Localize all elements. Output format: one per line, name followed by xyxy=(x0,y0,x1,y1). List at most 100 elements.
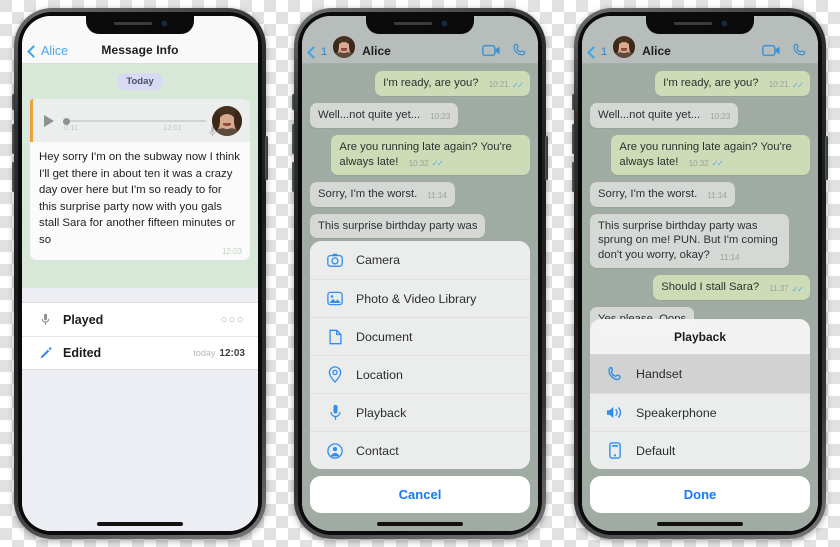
phone-playback-sheet: 1 Alice I'm ready, are you? 10:21 ✓✓ Wel… xyxy=(572,8,828,539)
info-row-edited[interactable]: Edited today 12:03 xyxy=(22,336,258,369)
sheet-item-label: Speakerphone xyxy=(636,405,717,420)
sheet-item-default[interactable]: Default xyxy=(590,431,810,469)
sheet-item-document[interactable]: Document xyxy=(310,317,530,355)
sheet-item-contact[interactable]: Contact xyxy=(310,431,530,469)
sheet-item-handset[interactable]: Handset xyxy=(590,355,810,393)
phone-call-icon[interactable] xyxy=(793,43,808,58)
back-button[interactable]: 1 xyxy=(307,45,333,59)
attachment-action-sheet: Camera Photo & Video Library Document Lo… xyxy=(310,241,530,513)
contact-name[interactable]: Alice xyxy=(642,44,671,58)
info-row-played[interactable]: Played ○○○ xyxy=(22,303,258,336)
sheet-item-speakerphone[interactable]: Speakerphone xyxy=(590,393,810,431)
volume-down-button[interactable] xyxy=(572,162,575,192)
avatar-face xyxy=(212,106,242,136)
volume-up-button[interactable] xyxy=(572,124,575,154)
chat-bubble[interactable]: Sorry, I'm the worst. 11:14 xyxy=(590,181,735,207)
chat-bubble[interactable]: Are you running late again? You're alway… xyxy=(611,134,810,175)
notch xyxy=(646,16,754,34)
home-indicator[interactable] xyxy=(97,522,183,526)
notch xyxy=(86,16,194,34)
back-button[interactable]: Alice xyxy=(27,44,68,58)
chat-bubble[interactable]: I'm ready, are you? 10:21 ✓✓ xyxy=(655,71,810,96)
power-button[interactable] xyxy=(265,136,268,180)
play-icon[interactable] xyxy=(44,115,54,127)
chat-bubble[interactable]: I'm ready, are you? 10:21 ✓✓ xyxy=(375,71,530,96)
phone-call-icon[interactable] xyxy=(513,43,528,58)
voice-transcript: Hey sorry I'm on the subway now I think … xyxy=(30,142,250,261)
chat-bubble-meta: 10:32 ✓✓ xyxy=(408,158,444,169)
document-icon xyxy=(324,329,346,345)
volume-down-button[interactable] xyxy=(12,162,15,192)
avatar-face xyxy=(333,36,356,58)
avatar-smile xyxy=(341,48,347,51)
avatar-skin xyxy=(218,113,236,130)
home-indicator[interactable] xyxy=(657,522,743,526)
power-button[interactable] xyxy=(545,136,548,180)
avatar[interactable] xyxy=(333,36,356,58)
avatar-hair-right xyxy=(234,109,242,131)
chat-bubble-meta: 11:14 xyxy=(427,191,446,202)
read-receipt-icon: ✓✓ xyxy=(791,79,804,90)
message-info-list: Played ○○○ Edited today 12:03 xyxy=(22,302,258,370)
power-button[interactable] xyxy=(825,136,828,180)
microphone-icon xyxy=(324,404,346,421)
home-indicator[interactable] xyxy=(377,522,463,526)
audio-timestamp: 12:01 xyxy=(163,123,182,132)
volume-down-button[interactable] xyxy=(292,162,295,192)
sheet-item-playback[interactable]: Playback xyxy=(310,393,530,431)
mute-switch[interactable] xyxy=(12,94,15,110)
avatar[interactable] xyxy=(613,36,636,58)
message-row: I'm ready, are you? 10:21 ✓✓ xyxy=(302,71,538,96)
phone3-screen: 1 Alice I'm ready, are you? 10:21 ✓✓ Wel… xyxy=(582,16,818,531)
front-camera-icon xyxy=(442,21,447,26)
chat-bubble[interactable]: Sorry, I'm the worst. 11:14 xyxy=(310,181,455,207)
read-receipt-icon: ✓✓ xyxy=(511,79,524,90)
chat-timestamp: 10:21 xyxy=(488,80,509,90)
avatar-hair-left xyxy=(212,109,220,131)
chat-bubble[interactable]: Are you running late again? You're alway… xyxy=(331,134,530,175)
chat-bubble[interactable]: This surprise birthday party was xyxy=(310,213,486,239)
chat-bubble-meta: 11:37 ✓✓ xyxy=(769,284,804,295)
more-dots-icon[interactable]: ○○○ xyxy=(221,314,245,326)
video-call-icon[interactable] xyxy=(762,44,781,57)
audio-scrubber[interactable]: 0:11 12:01 xyxy=(63,114,206,132)
message-row: Sorry, I'm the worst. 11:14 xyxy=(582,181,818,207)
message-row: This surprise birthday party was sprung … xyxy=(582,213,818,269)
chat-timestamp: 10:32 xyxy=(408,158,429,168)
chat-timestamp: 11:14 xyxy=(719,252,740,262)
message-row: I'm ready, are you? 10:21 ✓✓ xyxy=(582,71,818,96)
chat-bubble[interactable]: Well...not quite yet... 10:23 xyxy=(590,102,739,128)
volume-up-button[interactable] xyxy=(292,124,295,154)
voice-message-card[interactable]: 0:11 12:01 Hey sorry I'm on the subway n… xyxy=(30,99,250,261)
contact-name[interactable]: Alice xyxy=(362,44,391,58)
avatar xyxy=(212,106,242,136)
sheet-item-photo-video-library[interactable]: Photo & Video Library xyxy=(310,279,530,317)
sheet-item-label: Document xyxy=(356,329,413,344)
read-receipt-icon: ✓✓ xyxy=(431,158,444,169)
sheet-item-camera[interactable]: Camera xyxy=(310,241,530,279)
sheet-item-location[interactable]: Location xyxy=(310,355,530,393)
location-pin-icon xyxy=(324,366,346,383)
voice-message-player[interactable]: 0:11 12:01 xyxy=(30,99,250,142)
message-row: Sorry, I'm the worst. 11:14 xyxy=(302,181,538,207)
cancel-button[interactable]: Cancel xyxy=(310,476,530,513)
sheet-item-label: Location xyxy=(356,367,403,382)
earpiece-speaker xyxy=(394,22,432,25)
sheet-item-label: Photo & Video Library xyxy=(356,291,477,306)
chat-bubble[interactable]: Should I stall Sara? 11:37 ✓✓ xyxy=(653,275,810,301)
chat-bubble-text: Well...not quite yet... xyxy=(318,108,421,121)
read-receipt-icon: ✓✓ xyxy=(711,158,724,169)
video-call-icon[interactable] xyxy=(482,44,501,57)
mute-switch[interactable] xyxy=(572,94,575,110)
chat-bubble[interactable]: This surprise birthday party was sprung … xyxy=(590,213,789,269)
chat-bubble-meta: 10:21 ✓✓ xyxy=(488,79,524,91)
avatar-hair-right xyxy=(629,38,636,55)
front-camera-icon xyxy=(162,21,167,26)
back-button[interactable]: 1 xyxy=(587,45,613,59)
done-button[interactable]: Done xyxy=(590,476,810,513)
chat-bubble[interactable]: Well...not quite yet... 10:23 xyxy=(310,102,459,128)
front-camera-icon xyxy=(722,21,727,26)
transcript-timestamp: 12:03 xyxy=(221,246,242,256)
mute-switch[interactable] xyxy=(292,94,295,110)
volume-up-button[interactable] xyxy=(12,124,15,154)
